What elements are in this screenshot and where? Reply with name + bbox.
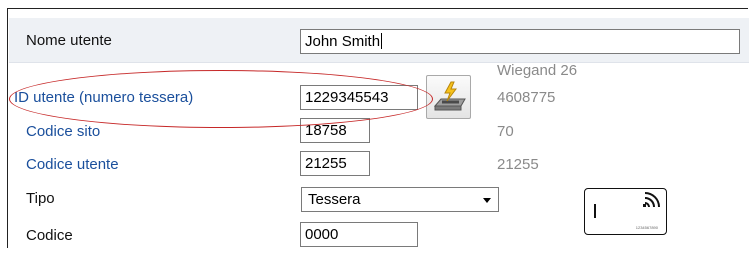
type-label: Tipo [26,190,55,207]
dropdown-arrow-icon [483,198,491,203]
card-reader-icon [433,81,466,111]
user-id-label: ID utente (numero tessera) [14,89,194,106]
user-code-wiegand-value: 21255 [497,156,539,173]
name-label: Nome utente [26,32,112,49]
user-id-wiegand-value: 4608775 [497,89,556,106]
user-id-input[interactable]: 1229345543 [300,85,418,110]
type-select[interactable]: Tessera [301,187,499,212]
site-code-input[interactable]: 18758 [300,118,370,143]
user-code-label: Codice utente [26,156,119,173]
site-code-wiegand-value: 70 [497,123,514,140]
card-preview: 1234567890 [584,188,667,235]
read-card-button[interactable] [426,75,471,119]
code-label: Codice [26,227,73,244]
card-number-text: 1234567890 [636,225,659,230]
text-caret [381,33,383,49]
code-input[interactable]: 0000 [300,222,418,247]
name-input-value: John Smith [305,33,381,50]
name-input[interactable]: John Smith [300,29,740,54]
wiegand-header: Wiegand 26 [497,62,578,79]
contactless-card-icon: 1234567890 [594,192,660,230]
site-code-label: Codice sito [26,123,101,140]
user-code-input[interactable]: 21255 [300,151,370,176]
type-select-value: Tessera [308,191,361,208]
